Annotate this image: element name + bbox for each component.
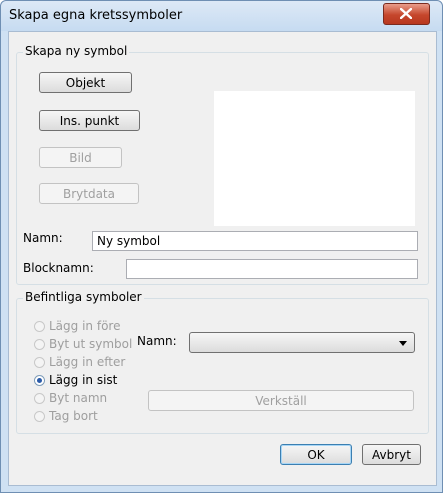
objekt-button[interactable]: Objekt <box>39 72 132 93</box>
radio-label: Lägg in efter <box>49 355 126 369</box>
radio-button <box>34 321 45 332</box>
radio-label: Lägg in före <box>49 319 121 333</box>
existing-name-label: Namn: <box>137 334 177 348</box>
name-field[interactable]: Ny symbol <box>92 231 418 251</box>
new-symbol-legend: Skapa ny symbol <box>23 44 130 58</box>
radio-button <box>34 393 45 404</box>
radio-button <box>34 339 45 350</box>
new-symbol-group: Skapa ny symbol Objekt Ins. punkt Bild B… <box>16 44 429 285</box>
radio-label: Lägg in sist <box>49 373 118 387</box>
radio-label: Tag bort <box>49 409 98 423</box>
block-name-field[interactable] <box>126 259 418 279</box>
existing-symbols-legend: Befintliga symboler <box>23 290 144 304</box>
title-bar: Skapa egna kretssymboler <box>1 1 442 31</box>
radio-button <box>34 411 45 422</box>
radio-button <box>34 357 45 368</box>
brytdata-button[interactable]: Brytdata <box>39 183 139 204</box>
radio-selected-dot <box>37 378 42 383</box>
cancel-button[interactable]: Avbryt <box>362 444 421 465</box>
radio-label: Byt ut symbol <box>49 337 133 351</box>
radio-button <box>34 375 45 386</box>
block-name-label: Blocknamn: <box>23 261 94 275</box>
window-title: Skapa egna kretssymboler <box>9 8 183 23</box>
symbol-preview <box>214 91 415 226</box>
chevron-down-icon <box>399 341 407 346</box>
close-button[interactable] <box>383 3 430 25</box>
dialog-window: Skapa egna kretssymboler Skapa ny symbol… <box>0 0 443 493</box>
verkstall-button[interactable]: Verkställ <box>148 390 414 411</box>
bild-button[interactable]: Bild <box>39 147 122 168</box>
ok-button[interactable]: OK <box>280 444 352 465</box>
radio-label: Byt namn <box>49 391 108 405</box>
close-icon <box>400 8 412 19</box>
symbol-name-select[interactable] <box>189 332 415 353</box>
ins-punkt-button[interactable]: Ins. punkt <box>39 110 140 131</box>
dialog-body: Skapa ny symbol Objekt Ins. punkt Bild B… <box>8 31 437 486</box>
name-label: Namn: <box>23 231 63 245</box>
